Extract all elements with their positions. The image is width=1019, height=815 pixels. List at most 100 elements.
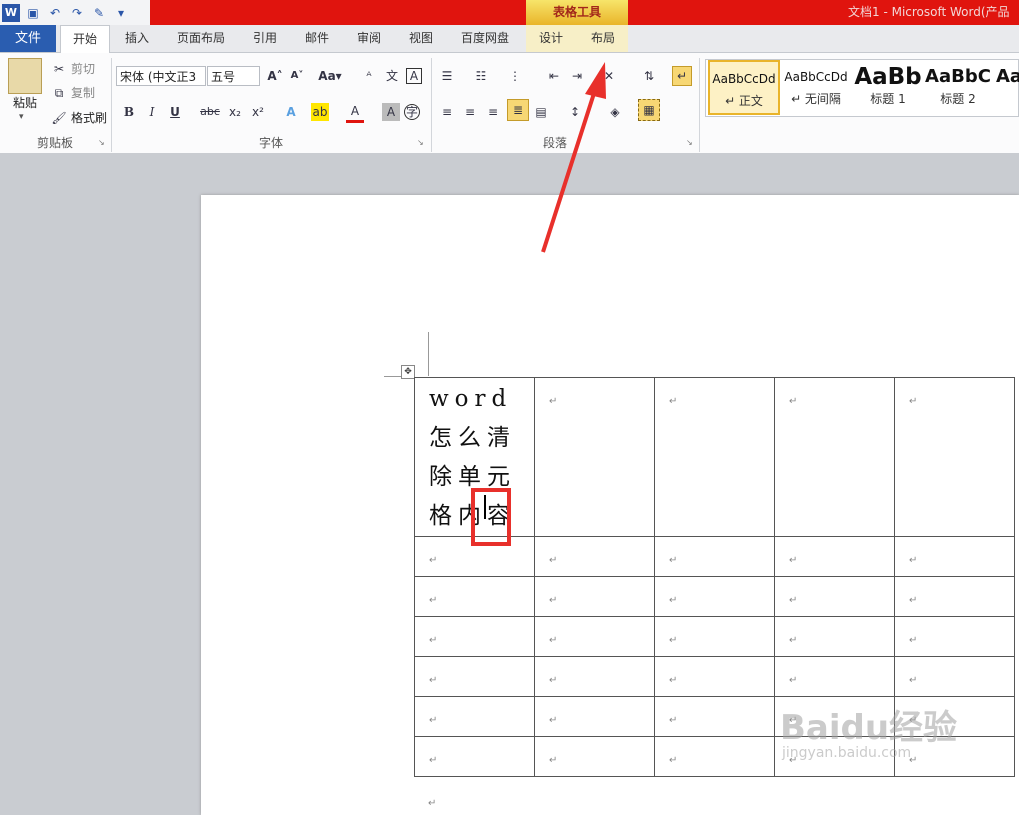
table-cell[interactable]: ↵ xyxy=(534,736,655,777)
grow-font-button[interactable]: A˄ xyxy=(266,66,284,86)
highlight-button[interactable]: ab xyxy=(311,102,329,122)
table-cell[interactable]: ↵ xyxy=(654,696,775,737)
shading-button[interactable]: ◈ xyxy=(606,102,624,122)
tab-page-layout[interactable]: 页面布局 xyxy=(168,25,234,52)
tab-review[interactable]: 审阅 xyxy=(348,25,390,52)
table-cell[interactable]: ↵ xyxy=(414,576,535,617)
table-cell[interactable]: ↵ xyxy=(654,536,775,577)
chinese-layout-button[interactable]: ✕ xyxy=(600,66,618,86)
bullets-button[interactable]: ☰ xyxy=(438,66,456,86)
clear-format-button[interactable]: ᴬ xyxy=(360,66,378,86)
table-cell[interactable]: ↵ xyxy=(774,616,895,657)
underline-button[interactable]: U xyxy=(166,102,184,122)
char-shading-button[interactable]: A xyxy=(382,102,400,122)
table-cell[interactable]: ↵ xyxy=(534,656,655,697)
subscript-icon: x₂ xyxy=(229,105,241,119)
tab-layout[interactable]: 布局 xyxy=(582,25,624,52)
tab-design[interactable]: 设计 xyxy=(530,25,572,52)
bold-button[interactable]: B xyxy=(120,102,138,122)
table-cell[interactable]: ↵ xyxy=(654,616,775,657)
paragraph-mark: ↵ xyxy=(789,555,798,566)
table-cell[interactable]: ↵ xyxy=(774,576,895,617)
undo-icon[interactable]: ↶ xyxy=(46,4,64,22)
table-cell[interactable]: ↵ xyxy=(654,736,775,777)
table-cell[interactable]: ↵ xyxy=(534,696,655,737)
align-right-button[interactable]: ≡ xyxy=(484,102,502,122)
table-cell[interactable]: ↵ xyxy=(414,656,535,697)
table-cell[interactable]: ↵ xyxy=(534,536,655,577)
decrease-indent-button[interactable]: ⇤ xyxy=(545,66,563,86)
tab-mailings[interactable]: 邮件 xyxy=(296,25,338,52)
tab-insert[interactable]: 插入 xyxy=(116,25,158,52)
style-label: ↵ 正文 xyxy=(725,94,763,108)
tab-home[interactable]: 开始 xyxy=(60,25,110,53)
subscript-button[interactable]: x₂ xyxy=(226,102,244,122)
dialog-launcher-icon[interactable]: ↘ xyxy=(98,138,105,147)
table-cell[interactable]: ↵ xyxy=(894,377,1015,537)
strikethrough-button[interactable]: abc xyxy=(199,102,221,122)
text-effects-button[interactable]: A xyxy=(282,102,300,122)
style-no-spacing[interactable]: AaBbCcDd ↵ 无间隔 xyxy=(780,60,852,115)
save-icon[interactable]: ▣ xyxy=(24,4,42,22)
show-marks-button[interactable]: ↵ xyxy=(672,66,692,86)
style-title[interactable]: Aa xyxy=(996,60,1019,115)
tab-file[interactable]: 文件 xyxy=(0,25,56,52)
table-cell[interactable]: ↵ xyxy=(654,656,775,697)
table-cell[interactable]: ↵ xyxy=(894,576,1015,617)
style-heading-2[interactable]: AaBbC 标题 2 xyxy=(922,60,994,115)
cut-button[interactable]: ✂ 剪切 xyxy=(50,59,95,79)
paste-icon[interactable] xyxy=(8,58,42,94)
italic-button[interactable]: I xyxy=(143,102,161,122)
change-case-button[interactable]: Aa▾ xyxy=(318,66,342,86)
phonetic-guide-button[interactable]: 文 xyxy=(383,66,401,86)
align-center-button[interactable]: ≡ xyxy=(461,102,479,122)
dialog-launcher-icon[interactable]: ↘ xyxy=(417,138,424,147)
font-name-combo[interactable]: 宋体 (中文正3 xyxy=(116,66,206,86)
increase-indent-button[interactable]: ⇥ xyxy=(568,66,586,86)
style-label: 标题 1 xyxy=(870,92,906,106)
table-cell[interactable]: ↵ xyxy=(414,616,535,657)
tab-references[interactable]: 引用 xyxy=(244,25,286,52)
table-cell[interactable]: ↵ xyxy=(414,736,535,777)
font-size-combo[interactable]: 五号 xyxy=(207,66,260,86)
paste-button[interactable]: 粘贴 xyxy=(6,94,44,111)
table-cell[interactable]: ↵ xyxy=(774,536,895,577)
table-cell[interactable]: ↵ xyxy=(894,616,1015,657)
copy-button[interactable]: ⧉ 复制 xyxy=(50,83,95,103)
table-cell[interactable]: ↵ xyxy=(894,656,1015,697)
shrink-font-button[interactable]: A˅ xyxy=(288,66,306,86)
paste-dropdown-icon[interactable]: ▾ xyxy=(19,112,24,122)
table-cell[interactable]: ↵ xyxy=(654,576,775,617)
style-heading-1[interactable]: AaBb 标题 1 xyxy=(852,60,924,115)
style-normal[interactable]: AaBbCcDd ↵ 正文 xyxy=(708,60,780,115)
distributed-button[interactable]: ▤ xyxy=(532,102,550,122)
spelling-icon[interactable]: ✎ xyxy=(90,4,108,22)
tab-baidu-netdisk[interactable]: 百度网盘 xyxy=(452,25,518,52)
table-cell[interactable]: ↵ xyxy=(414,696,535,737)
table-cell[interactable]: ↵ xyxy=(774,656,895,697)
justify-button[interactable]: ≣ xyxy=(507,99,529,121)
tab-view[interactable]: 视图 xyxy=(400,25,442,52)
table-cell[interactable]: ↵ xyxy=(894,536,1015,577)
table-move-handle-icon[interactable]: ✥ xyxy=(401,365,415,379)
multilevel-list-button[interactable]: ⋮ xyxy=(506,66,524,86)
table-cell[interactable]: ↵ xyxy=(534,616,655,657)
table-cell[interactable]: ↵ xyxy=(534,576,655,617)
table-cell[interactable]: ↵ xyxy=(774,377,895,537)
numbering-button[interactable]: ☷ xyxy=(472,66,490,86)
char-border-button[interactable]: A xyxy=(406,66,422,86)
borders-button[interactable]: ▦ xyxy=(638,99,660,121)
format-painter-button[interactable]: 🖌 格式刷 xyxy=(50,108,107,128)
table-cell[interactable]: ↵ xyxy=(654,377,775,537)
line-spacing-button[interactable]: ↕ xyxy=(566,102,584,122)
dialog-launcher-icon[interactable]: ↘ xyxy=(686,138,693,147)
table-cell[interactable]: ↵ xyxy=(534,377,655,537)
superscript-button[interactable]: x² xyxy=(249,102,267,122)
customize-qat-icon[interactable]: ▾ xyxy=(112,4,130,22)
font-color-button[interactable]: A xyxy=(346,102,364,123)
align-left-button[interactable]: ≡ xyxy=(438,102,456,122)
sort-button[interactable]: ⇅ xyxy=(640,66,658,86)
enclose-char-button[interactable]: 字 xyxy=(404,102,420,122)
redo-icon[interactable]: ↷ xyxy=(68,4,86,22)
copy-label: 复制 xyxy=(71,86,96,100)
